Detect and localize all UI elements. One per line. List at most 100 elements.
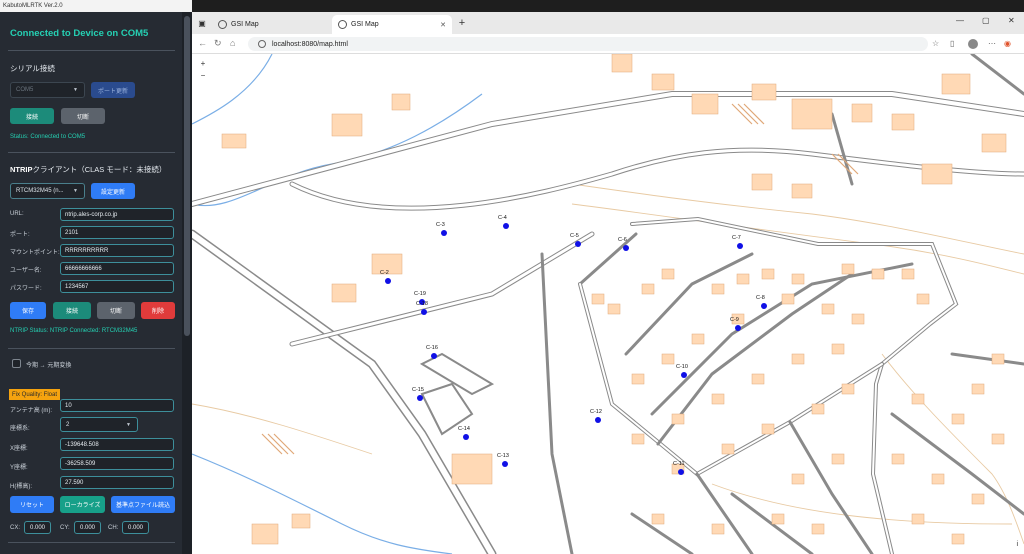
site-info-icon[interactable] — [258, 40, 266, 48]
scrollbar-thumb[interactable] — [184, 16, 190, 336]
copilot-icon[interactable]: ◉ — [1004, 39, 1011, 48]
coord-system-value: 2 — [66, 421, 70, 428]
cx-label: CX: — [10, 525, 21, 531]
url-field[interactable]: localhost:8080/map.html — [248, 37, 928, 51]
split-view-icon[interactable]: ▯ — [950, 39, 954, 48]
survey-marker-label: C-18 — [416, 301, 428, 307]
home-icon[interactable]: ⌂ — [230, 38, 235, 48]
map-info-icon[interactable]: i — [1016, 541, 1018, 548]
survey-marker-c-10[interactable] — [681, 372, 687, 378]
profile-avatar[interactable] — [968, 39, 978, 49]
survey-marker-c-7[interactable] — [737, 243, 743, 249]
survey-marker-c-11[interactable] — [678, 469, 684, 475]
tab-actions-icon[interactable]: ▣ — [196, 17, 208, 29]
survey-marker-label: C-19 — [414, 291, 426, 297]
ntrip-connect-button[interactable]: 接続 — [53, 302, 91, 319]
tab-gsi-map-1[interactable]: GSI Map — [212, 15, 332, 34]
mountpoint-input[interactable]: RRRRRRRRRR — [60, 244, 174, 257]
reset-button[interactable]: リセット — [10, 496, 54, 513]
settings-update-button[interactable]: 設定更新 — [91, 183, 135, 199]
ntrip-format-value: RTCM32M45 (n... — [16, 188, 64, 194]
globe-icon — [338, 20, 347, 29]
refresh-icon[interactable]: ↻ — [214, 38, 222, 49]
epoch-convert-label: 今期 → 元期変換 — [26, 363, 72, 369]
back-icon[interactable]: ← — [198, 38, 207, 48]
survey-marker-c-18[interactable] — [421, 309, 427, 315]
survey-marker-label: C-5 — [570, 233, 579, 239]
cy-input[interactable]: 0.000 — [74, 521, 101, 534]
divider — [8, 50, 175, 51]
survey-marker-c-4[interactable] — [503, 223, 509, 229]
coord-system-label: 座標系: — [10, 426, 30, 432]
ntrip-disconnect-button[interactable]: 切断 — [97, 302, 135, 319]
ntrip-delete-button[interactable]: 削除 — [141, 302, 175, 319]
coord-system-select[interactable]: 2 ▼ — [60, 417, 138, 432]
survey-marker-c-14[interactable] — [463, 434, 469, 440]
more-icon[interactable]: ⋯ — [988, 39, 996, 48]
serial-disconnect-button[interactable]: 切断 — [61, 108, 105, 124]
cx-input[interactable]: 0.000 — [24, 521, 51, 534]
serial-connect-button[interactable]: 接続 — [10, 108, 54, 124]
tab-label: GSI Map — [351, 21, 379, 28]
survey-marker-label: C-15 — [412, 387, 424, 393]
control-panel: Connected to Device on COM5 シリアル接続 COM5 … — [0, 12, 182, 554]
survey-marker-c-6[interactable] — [623, 245, 629, 251]
ntrip-save-button[interactable]: 保存 — [10, 302, 46, 319]
divider — [8, 152, 175, 153]
ntrip-format-select[interactable]: RTCM32M45 (n... ▼ — [10, 183, 85, 199]
map-view[interactable]: + − C-3 C-4 C-5 C-6 C-7 C-2 C-19 C-18 C-8 C-9 C-16… — [192, 54, 1024, 554]
survey-marker-c-5[interactable] — [575, 241, 581, 247]
ntrip-status: NTRIP Status: NTRIP Connected: RTCM32M45 — [10, 328, 138, 334]
survey-marker-c-15[interactable] — [417, 395, 423, 401]
localize-button[interactable]: ローカライズ — [60, 496, 105, 513]
epoch-convert-checkbox[interactable] — [12, 359, 21, 368]
load-ref-file-button[interactable]: 基準点ファイル読込 — [111, 496, 175, 513]
serial-port-select[interactable]: COM5 ▼ — [10, 82, 85, 98]
x-coord-input[interactable]: -139648.508 — [60, 438, 174, 451]
close-icon[interactable]: ✕ — [440, 21, 446, 29]
survey-marker-c-13[interactable] — [502, 461, 508, 467]
star-icon[interactable]: ☆ — [932, 39, 939, 48]
maximize-icon[interactable]: ▢ — [982, 16, 990, 25]
tab-gsi-map-2[interactable]: GSI Map ✕ — [332, 15, 452, 34]
x-coord-label: X座標: — [10, 446, 28, 452]
app-window-title: KabutoMLRTK Ver.2.0 — [3, 3, 63, 9]
zoom-in-button[interactable]: + — [197, 58, 209, 70]
username-label: ユーザー名: — [10, 268, 42, 274]
address-bar: ← ↻ ⌂ localhost:8080/map.html ☆ ▯ ⋯ ◉ — [192, 34, 1024, 54]
y-coord-input[interactable]: -36258.509 — [60, 457, 174, 470]
ntrip-title-bold: NTRIP — [10, 165, 33, 174]
close-window-icon[interactable]: ✕ — [1008, 16, 1015, 25]
ch-input[interactable]: 0.000 — [122, 521, 149, 534]
panel-scrollbar[interactable] — [182, 12, 192, 554]
survey-marker-c-8[interactable] — [761, 303, 767, 309]
minimize-icon[interactable]: — — [956, 16, 964, 25]
ntrip-section-title: NTRIPクライアント（CLAS モード：未接続） — [10, 164, 166, 175]
contours — [192, 183, 1024, 545]
y-coord-label: Y座標: — [10, 465, 28, 471]
height-label: H(標高): — [10, 484, 32, 490]
divider — [8, 542, 175, 543]
chevron-down-icon: ▼ — [73, 188, 78, 194]
antenna-height-input[interactable]: 10 — [60, 399, 174, 412]
zoom-out-button[interactable]: − — [197, 70, 209, 82]
map-canvas[interactable] — [192, 54, 1024, 554]
url-input[interactable]: ntrip.ales-corp.co.jp — [60, 208, 174, 221]
username-input[interactable]: 66666666666 — [60, 262, 174, 275]
survey-marker-label: C-11 — [673, 461, 685, 467]
port-input[interactable]: 2101 — [60, 226, 174, 239]
survey-marker-c-16[interactable] — [431, 353, 437, 359]
survey-marker-c-3[interactable] — [441, 230, 447, 236]
survey-marker-c-2[interactable] — [385, 278, 391, 284]
password-input[interactable]: 1234567 — [60, 280, 174, 293]
survey-marker-label: C-3 — [436, 222, 445, 228]
ch-label: CH: — [108, 525, 119, 531]
survey-marker-c-9[interactable] — [735, 325, 741, 331]
port-label: ポート: — [10, 232, 30, 238]
survey-marker-c-12[interactable] — [595, 417, 601, 423]
survey-marker-label: C-8 — [756, 295, 765, 301]
height-input[interactable]: 27.590 — [60, 476, 174, 489]
new-tab-icon[interactable]: + — [456, 17, 468, 29]
survey-marker-label: C-6 — [618, 237, 627, 243]
port-update-button[interactable]: ポート更新 — [91, 82, 135, 98]
